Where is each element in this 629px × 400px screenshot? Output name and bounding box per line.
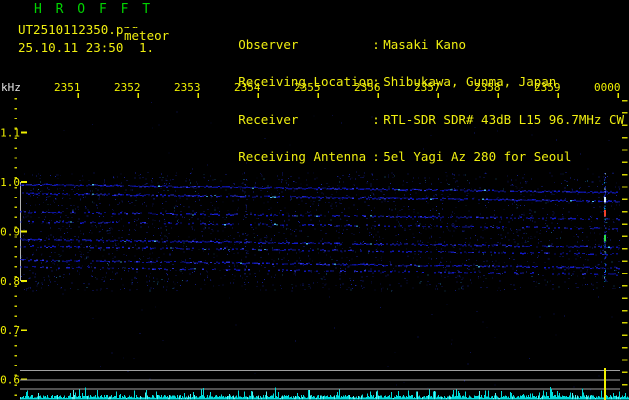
svg-text:2351: 2351 xyxy=(54,81,81,94)
svg-text:1.0: 1.0 xyxy=(0,176,20,189)
meta-colon: : xyxy=(372,74,380,90)
level-plot xyxy=(20,368,629,400)
datetime-label: 25.10.11 23:50 xyxy=(18,40,124,55)
meta-colon: : xyxy=(372,111,380,127)
app-title: H R O F F T xyxy=(34,2,154,17)
svg-text:1.1: 1.1 xyxy=(0,127,20,140)
detection-band-marker xyxy=(20,182,22,281)
svg-text:kHz: kHz xyxy=(1,81,21,94)
metadata-table: Observer: Masaki Kano Receiving Location:… xyxy=(178,2,624,176)
hrofft-output: 1.1 1.0 0.9 0.8 0.7 0.6 kHz 2351 2352 2353 2354 235… xyxy=(0,0,629,400)
meta-label: Receiving Location xyxy=(238,74,374,90)
svg-text:0.8: 0.8 xyxy=(0,275,20,288)
meta-colon: : xyxy=(372,37,380,53)
meta-label: Receiving Antenna xyxy=(238,148,367,164)
header: H R O F F T UT2510112350.png meteor 25.1… xyxy=(0,0,629,163)
meta-value: 5el Yagi Az 280 for Seoul xyxy=(383,148,572,164)
freq-axis: 1.1 1.0 0.9 0.8 0.7 0.6 kHz xyxy=(0,81,27,396)
meta-row-receiver: Receiver: RTL-SDR SDR# 43dB L15 96.7MHz C… xyxy=(178,101,624,126)
filename-label: UT2510112350.png xyxy=(18,22,139,37)
meteor-echo-streak xyxy=(603,173,607,283)
meta-value: RTL-SDR SDR# 43dB L15 96.7MHz CW xyxy=(383,111,625,127)
meta-label: Receiver xyxy=(238,111,299,127)
svg-text:0.7: 0.7 xyxy=(0,324,20,337)
meta-label: Observer xyxy=(238,37,299,53)
meta-value: Masaki Kano xyxy=(383,37,467,53)
meta-colon: : xyxy=(372,148,380,164)
meta-row-antenna: Receiving Antenna:5el Yagi Az 280 for Se… xyxy=(178,138,624,163)
meta-row-location: Receiving Location: Shibukawa, Gunma, Jap… xyxy=(178,64,624,88)
meta-value: Shibukawa, Gunma, Japan xyxy=(383,74,557,90)
svg-text:0.6: 0.6 xyxy=(0,374,20,387)
svg-text:0.9: 0.9 xyxy=(0,225,20,238)
svg-text:2352: 2352 xyxy=(114,81,141,94)
meta-row-observer: Observer: Masaki Kano xyxy=(178,27,624,51)
sequence-label: 1. xyxy=(139,40,155,55)
